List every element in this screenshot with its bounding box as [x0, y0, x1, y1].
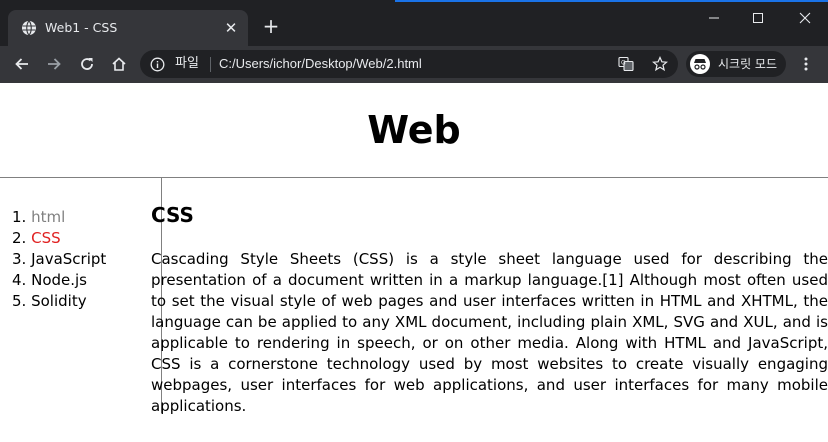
translate-icon[interactable]: G [618, 56, 634, 72]
globe-icon [21, 20, 37, 36]
nav-link-solidity[interactable]: Solidity [31, 292, 86, 310]
nav-link-css[interactable]: CSS [31, 229, 61, 247]
tab-title: Web1 - CSS [45, 20, 118, 35]
nav-item-nodejs: 4. Node.js [12, 270, 106, 291]
web-page: Web 1. html 2. CSS 3. JavaScript 4. Node… [0, 83, 828, 442]
omnibox-divider [210, 57, 211, 72]
list-number: 1. [12, 208, 27, 226]
list-number: 5. [12, 292, 27, 310]
list-number: 4. [12, 271, 27, 289]
incognito-icon [690, 54, 710, 74]
maximize-icon[interactable] [746, 6, 770, 30]
incognito-badge[interactable]: 시크릿 모드 [686, 51, 786, 77]
incognito-label: 시크릿 모드 [718, 57, 778, 71]
list-number: 3. [12, 250, 27, 268]
list-number: 2. [12, 229, 27, 247]
svg-text:G: G [621, 60, 626, 67]
tab-close-icon[interactable]: ✕ [222, 19, 240, 37]
nav-item-css: 2. CSS [12, 228, 106, 249]
nav-item-solidity: 5. Solidity [12, 291, 106, 312]
new-tab-button[interactable]: + [262, 16, 280, 36]
titlebar-accent [395, 0, 828, 2]
nav-item-javascript: 3. JavaScript [12, 249, 106, 270]
more-menu-icon[interactable] [796, 51, 816, 77]
browser-titlebar: Web1 - CSS ✕ + [0, 0, 828, 46]
page-title[interactable]: Web [0, 105, 828, 155]
nav-item-html: 1. html [12, 207, 106, 228]
back-arrow-icon[interactable] [9, 51, 35, 77]
nav-link-html[interactable]: html [31, 208, 65, 226]
nav-link-nodejs[interactable]: Node.js [31, 271, 87, 289]
forward-arrow-icon[interactable] [41, 51, 67, 77]
minimize-icon[interactable] [702, 6, 726, 30]
address-bar[interactable]: 파일 C:/Users/ichor/Desktop/Web/2.html G [140, 50, 678, 78]
browser-toolbar: 파일 C:/Users/ichor/Desktop/Web/2.html G 시… [0, 46, 828, 83]
nav-list: 1. html 2. CSS 3. JavaScript 4. Node.js … [12, 207, 106, 312]
url-text[interactable]: C:/Users/ichor/Desktop/Web/2.html [219, 56, 422, 72]
browser-tab[interactable]: Web1 - CSS ✕ [8, 10, 248, 46]
reload-icon[interactable] [74, 51, 100, 77]
article-body: Cascading Style Sheets (CSS) is a style … [151, 250, 828, 415]
horizontal-rule [0, 177, 828, 178]
info-icon[interactable] [150, 57, 165, 72]
home-icon[interactable] [106, 51, 132, 77]
bookmark-star-icon[interactable] [652, 56, 668, 72]
article: CSS Cascading Style Sheets (CSS) is a st… [151, 201, 828, 417]
url-scheme-label: 파일 [175, 56, 199, 71]
close-window-icon[interactable] [793, 6, 817, 30]
nav-link-javascript[interactable]: JavaScript [31, 250, 106, 268]
article-heading: CSS [151, 203, 194, 227]
